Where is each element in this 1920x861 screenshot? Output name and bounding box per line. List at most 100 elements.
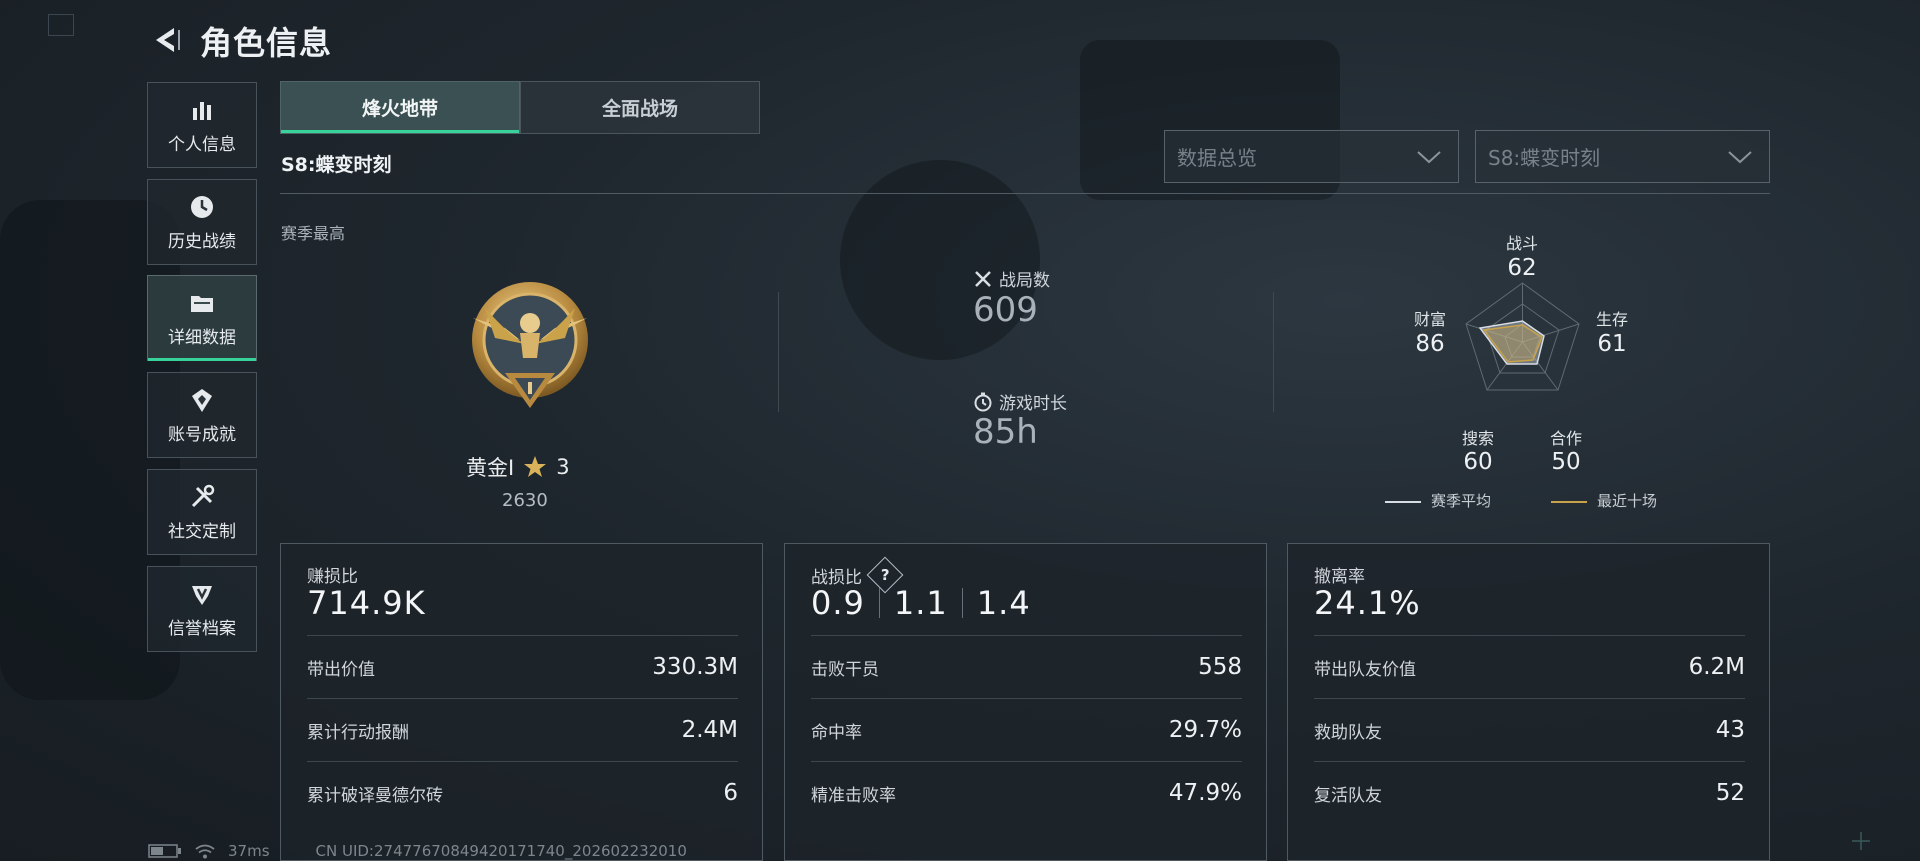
sidebar-item-social[interactable]: 社交定制	[147, 469, 257, 555]
stat-row: 复活队友 52	[1314, 761, 1745, 824]
season-title: S8:蝶变时刻	[281, 154, 392, 176]
sidebar-item-achievements[interactable]: 账号成就	[147, 372, 257, 458]
extract-card: 撤离率 24.1% 带出队友价值 6.2M 救助队友 43 复活队友 52	[1287, 543, 1770, 861]
radar-chart	[1465, 282, 1580, 391]
sidebar-item-label: 历史战绩	[168, 231, 236, 252]
stat-row: 带出队友价值 6.2M	[1314, 635, 1745, 698]
profit-value: 714.9K	[307, 584, 426, 622]
legend-season: 赛季平均	[1385, 490, 1491, 511]
chevron-down-icon	[1417, 150, 1441, 163]
stat-row: 救助队友 43	[1314, 698, 1745, 761]
stat-value: 2.4M	[681, 717, 738, 743]
rank-stars: 3	[556, 455, 570, 479]
sidebar-item-label: 个人信息	[168, 134, 236, 155]
column-divider	[1273, 292, 1274, 412]
stopwatch-icon	[974, 392, 992, 411]
legend-season-label: 赛季平均	[1431, 492, 1492, 510]
ratio-value: 1.1	[893, 584, 948, 622]
status-footer: 37ms CN UID:2747767084942017174​0_202602…	[148, 842, 687, 860]
crosshair-icon	[1852, 832, 1870, 850]
sidebar-item-detailed-data[interactable]: 详细数据	[147, 275, 257, 361]
season-dropdown[interactable]: S8:蝶变时刻	[1475, 130, 1770, 183]
back-arrow-icon[interactable]	[148, 22, 184, 58]
page-title: 角色信息	[200, 24, 333, 62]
legend-season-swatch	[1385, 500, 1421, 503]
stat-value: 43	[1715, 717, 1745, 743]
folder-icon	[191, 295, 213, 312]
ratio-divider	[878, 588, 880, 618]
wifi-icon	[195, 844, 215, 859]
radar-search-value: 60	[1463, 449, 1493, 475]
stat-key: 累计行动报酬	[307, 722, 409, 743]
ratio-divider	[961, 588, 963, 618]
crossed-swords-icon	[975, 270, 991, 287]
dropdown-value: S8:蝶变时刻	[1488, 146, 1601, 170]
stat-value: 52	[1715, 780, 1745, 806]
sidebar-item-reputation[interactable]: 信誉档案	[147, 566, 257, 652]
sidebar-item-label: 账号成就	[168, 424, 236, 445]
sidebar-item-label: 社交定制	[168, 521, 236, 542]
radar-wealth-value: 86	[1415, 331, 1445, 357]
shield-emblem-icon	[192, 585, 212, 605]
tab-fire-zone[interactable]: 烽火地带	[280, 81, 520, 134]
ping-value: 37ms	[228, 842, 270, 860]
stat-key: 击败干员	[811, 659, 879, 680]
sidebar-item-history[interactable]: 历史战绩	[147, 179, 257, 265]
stat-key: 带出价值	[307, 659, 375, 680]
radar-survival-value: 61	[1597, 331, 1627, 357]
stat-row: 击败干员 558	[811, 635, 1242, 698]
legend-recent-swatch	[1551, 500, 1588, 503]
radar-wealth-label: 财富	[1413, 310, 1446, 329]
matches-value: 609	[973, 290, 1038, 330]
stat-value: 6	[723, 780, 738, 806]
star-icon	[524, 456, 547, 477]
chevron-down-icon	[1728, 150, 1752, 163]
tab-full-battlefield[interactable]: 全面战场	[520, 81, 760, 134]
stat-row: 累计破译曼德尔砖 6	[307, 761, 738, 824]
sidebar-item-label: 详细数据	[168, 327, 236, 348]
battery-icon	[148, 844, 181, 858]
matches-label-row: 战局数	[973, 266, 1050, 291]
radar-cooperation-value: 50	[1551, 449, 1581, 475]
stat-value: 558	[1198, 654, 1242, 680]
matches-label: 战局数	[999, 271, 1050, 291]
extract-value: 24.1%	[1314, 584, 1421, 622]
column-divider	[778, 292, 779, 412]
stat-key: 精准击败率	[811, 785, 896, 806]
playtime-value: 85h	[973, 412, 1038, 452]
stat-row: 命中率 29.7%	[811, 698, 1242, 761]
stat-key: 累计破译曼德尔砖	[307, 785, 443, 806]
radar-legend: 赛季平均 最近十场	[1385, 490, 1657, 511]
data-overview-dropdown[interactable]: 数据总览	[1164, 130, 1459, 183]
corner-mark	[48, 14, 74, 36]
radar-cooperation-label: 合作	[1549, 429, 1582, 448]
stat-key: 命中率	[811, 722, 862, 743]
achievement-icon	[192, 388, 212, 412]
stat-key: 带出队友价值	[1314, 659, 1416, 680]
playtime-label-row: 游戏时长	[973, 389, 1067, 414]
combat-card: 战损比 ? 0.9 1.1 1.4 击败干员 558 命中率 29.7% 精准击败率…	[784, 543, 1267, 861]
stat-key: 救助队友	[1314, 722, 1382, 743]
stat-row: 累计行动报酬 2.4M	[307, 698, 738, 761]
rank-score: 2630	[502, 490, 548, 511]
legend-recent-label: 最近十场	[1597, 492, 1658, 510]
mode-tabs: 烽火地带 全面战场	[280, 81, 760, 134]
radar-survival-label: 生存	[1595, 310, 1628, 329]
stat-row: 精准击败率 47.9%	[811, 761, 1242, 824]
rank-medal-icon	[472, 282, 588, 408]
header-divider	[280, 193, 1770, 194]
combat-ratios: 0.9 1.1 1.4	[811, 584, 1031, 622]
season-best-label: 赛季最高	[281, 224, 346, 243]
stat-value: 6.2M	[1688, 654, 1745, 680]
profit-card: 赚损比 714.9K 带出价值 330.3M 累计行动报酬 2.4M 累计破译曼德尔…	[280, 543, 763, 861]
radar-combat-label: 战斗	[1505, 234, 1538, 253]
bar-chart-icon	[193, 101, 211, 120]
stat-row: 带出价值 330.3M	[307, 635, 738, 698]
sidebar-item-personal-info[interactable]: 个人信息	[147, 82, 257, 168]
stat-value: 29.7%	[1168, 717, 1242, 743]
dropdown-value: 数据总览	[1177, 146, 1257, 170]
tools-icon	[191, 484, 215, 507]
playtime-label: 游戏时长	[999, 394, 1067, 414]
stat-value: 47.9%	[1168, 780, 1242, 806]
sidebar-item-label: 信誉档案	[168, 618, 236, 639]
